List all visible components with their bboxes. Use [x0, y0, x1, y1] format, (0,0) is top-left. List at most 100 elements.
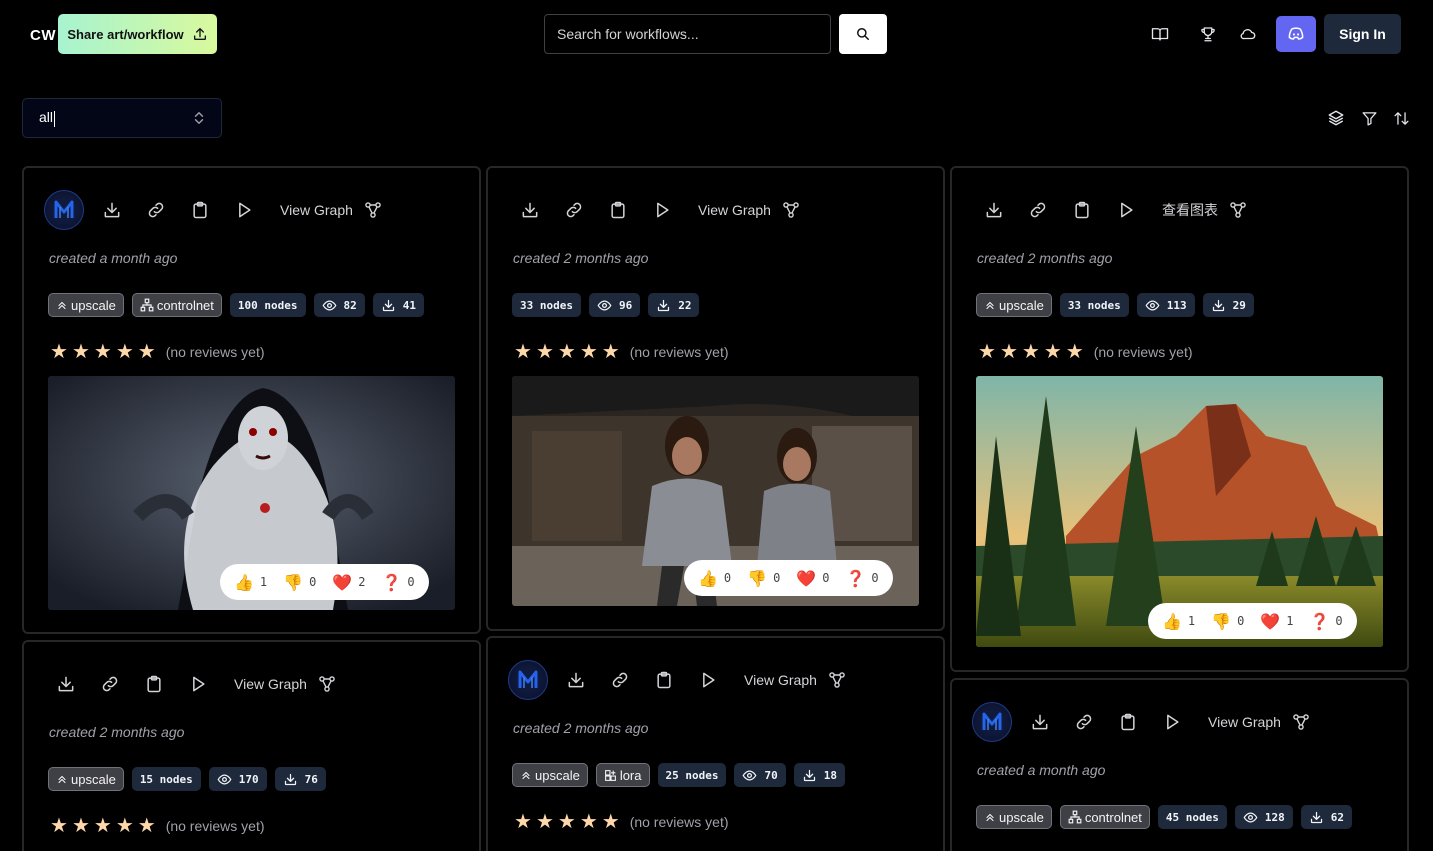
reaction-question[interactable]: ❓ 0 [1309, 612, 1342, 631]
download-icon[interactable] [508, 188, 552, 232]
reaction-question[interactable]: ❓ 0 [381, 573, 414, 592]
sign-in-button[interactable]: Sign In [1324, 14, 1401, 54]
download-icon[interactable] [554, 658, 598, 702]
clipboard-icon[interactable] [1060, 188, 1104, 232]
tag-lora[interactable]: lora [595, 763, 650, 787]
upscale-icon [984, 811, 996, 823]
reaction-thumbs-up[interactable]: 👍 1 [1162, 612, 1195, 631]
download-icon[interactable] [1018, 700, 1062, 744]
play-icon[interactable] [222, 188, 266, 232]
clipboard-icon[interactable] [132, 662, 176, 706]
view-graph-link[interactable]: 查看图表 [1162, 200, 1248, 220]
view-graph-link[interactable]: View Graph [1208, 712, 1311, 732]
reaction-heart[interactable]: ❤️ 2 [332, 573, 365, 592]
workflow-card[interactable]: View Graph created 2 months ago upscale … [22, 640, 481, 851]
review-count: (no reviews yet) [629, 344, 729, 360]
star-rating[interactable]: ★ ★ ★ ★ ★ (no reviews yet) [978, 342, 1193, 362]
tag-upscale[interactable]: upscale [512, 763, 588, 787]
tag-controlnet[interactable]: controlnet [1059, 805, 1150, 829]
reaction-thumbs-down[interactable]: 👎 0 [1211, 612, 1244, 631]
workflow-card[interactable]: View Graph created 2 months ago upscale … [486, 636, 945, 851]
created-date: created 2 months ago [513, 250, 649, 266]
star-rating[interactable]: ★ ★ ★ ★ ★ (no reviews yet) [50, 342, 265, 362]
workflow-card[interactable]: View Graph created a month ago upscale c… [950, 678, 1409, 851]
clipboard-icon[interactable] [642, 658, 686, 702]
author-avatar[interactable] [44, 190, 84, 230]
link-icon[interactable] [552, 188, 596, 232]
reaction-thumbs-up[interactable]: 👍 1 [234, 573, 267, 592]
clipboard-icon[interactable] [1106, 700, 1150, 744]
star-icon: ★ [1043, 341, 1062, 363]
link-icon[interactable] [598, 658, 642, 702]
node-count-badge: 15 nodes [131, 767, 201, 791]
eye-icon [742, 768, 757, 783]
author-avatar[interactable] [972, 702, 1012, 742]
graph-icon [781, 200, 801, 220]
cloud-icon[interactable] [1238, 24, 1258, 44]
search-button[interactable] [839, 14, 887, 54]
app-logo[interactable]: CW [30, 27, 56, 44]
download-icon[interactable] [972, 188, 1016, 232]
views-badge: 96 [588, 293, 641, 317]
download-icon[interactable] [44, 662, 88, 706]
trophy-icon[interactable] [1198, 24, 1218, 44]
upload-icon [193, 28, 206, 40]
discord-button[interactable] [1276, 16, 1316, 52]
question-icon: ❓ [381, 572, 402, 592]
play-icon[interactable] [1104, 188, 1148, 232]
reaction-question[interactable]: ❓ 0 [845, 569, 878, 588]
author-avatar[interactable] [508, 660, 548, 700]
eye-icon [217, 772, 232, 787]
thumbs-up-icon: 👍 [698, 568, 718, 588]
clipboard-icon[interactable] [596, 188, 640, 232]
view-graph-link[interactable]: View Graph [280, 200, 383, 220]
workflow-card[interactable]: View Graph created 2 months ago 33 nodes… [486, 166, 945, 631]
layers-icon[interactable] [1327, 109, 1345, 127]
search-input[interactable] [544, 14, 831, 54]
downloads-badge: 18 [793, 763, 845, 787]
reaction-heart[interactable]: ❤️ 1 [1260, 612, 1293, 631]
play-icon[interactable] [640, 188, 684, 232]
downloads-badge: 62 [1300, 805, 1353, 829]
reaction-heart[interactable]: ❤️ 0 [796, 569, 829, 588]
workflow-card[interactable]: View Graph created a month ago upscale c… [22, 166, 481, 634]
sort-icon[interactable] [1392, 109, 1410, 127]
play-icon[interactable] [1150, 700, 1194, 744]
reaction-thumbs-down[interactable]: 👎 0 [283, 573, 316, 592]
graph-icon [1228, 200, 1248, 220]
download-icon[interactable] [90, 188, 134, 232]
reaction-thumbs-up[interactable]: 👍 0 [698, 569, 731, 588]
download-icon [283, 772, 298, 787]
play-icon[interactable] [686, 658, 730, 702]
view-graph-link[interactable]: View Graph [234, 674, 337, 694]
play-icon[interactable] [176, 662, 220, 706]
share-workflow-button[interactable]: Share art/workflow [58, 14, 217, 54]
thumbs-up-icon: 👍 [1162, 611, 1182, 631]
tag-upscale[interactable]: upscale [48, 767, 124, 791]
clipboard-icon[interactable] [178, 188, 222, 232]
view-graph-link[interactable]: View Graph [744, 670, 847, 690]
reaction-thumbs-down[interactable]: 👎 0 [747, 569, 780, 588]
upscale-icon [984, 299, 996, 311]
workflow-thumbnail[interactable]: 👍 1 👎 0 ❤️ 1 ❓ 0 [976, 376, 1383, 647]
filter-icon[interactable] [1360, 109, 1378, 127]
link-icon[interactable] [1016, 188, 1060, 232]
star-rating[interactable]: ★ ★ ★ ★ ★ (no reviews yet) [514, 342, 729, 362]
docs-icon[interactable] [1150, 24, 1170, 44]
link-icon[interactable] [1062, 700, 1106, 744]
eye-icon [322, 298, 337, 313]
star-rating[interactable]: ★ ★ ★ ★ ★ (no reviews yet) [514, 812, 729, 832]
created-date: created 2 months ago [49, 724, 185, 740]
workflow-thumbnail[interactable]: 👍 0 👎 0 ❤️ 0 ❓ 0 [512, 376, 919, 606]
view-graph-link[interactable]: View Graph [698, 200, 801, 220]
workflow-card[interactable]: 查看图表 created 2 months ago upscale 33 nod… [950, 166, 1409, 672]
tag-upscale[interactable]: upscale [976, 805, 1052, 829]
tag-controlnet[interactable]: controlnet [131, 293, 222, 317]
workflow-thumbnail[interactable]: 👍 1 👎 0 ❤️ 2 ❓ 0 [48, 376, 455, 610]
tag-upscale[interactable]: upscale [976, 293, 1052, 317]
category-select[interactable]: all [22, 98, 222, 138]
link-icon[interactable] [88, 662, 132, 706]
tag-upscale[interactable]: upscale [48, 293, 124, 317]
link-icon[interactable] [134, 188, 178, 232]
star-rating[interactable]: ★ ★ ★ ★ ★ (no reviews yet) [50, 816, 265, 836]
